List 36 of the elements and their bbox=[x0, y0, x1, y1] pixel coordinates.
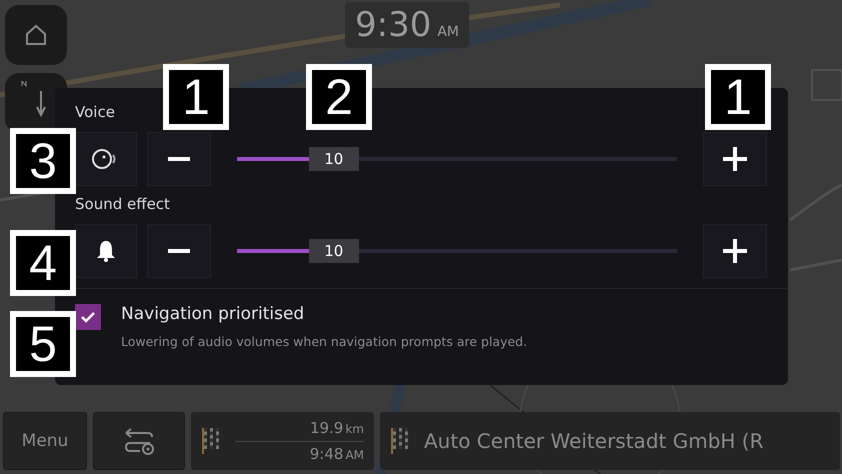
volume-slider[interactable]: 10 bbox=[237, 147, 677, 171]
volume-down-button[interactable] bbox=[147, 132, 211, 186]
check-icon bbox=[81, 311, 95, 323]
volume-up-button[interactable] bbox=[703, 132, 767, 186]
home-icon bbox=[24, 23, 48, 47]
volume-down-button[interactable] bbox=[147, 224, 211, 278]
destination-panel[interactable]: Auto Center Weiterstadt GmbH (R bbox=[380, 412, 840, 470]
clock-period: AM bbox=[437, 24, 460, 40]
volume-slider[interactable]: 10 bbox=[237, 239, 677, 263]
callout-number: 3 bbox=[10, 128, 76, 194]
checkbox[interactable] bbox=[75, 304, 101, 330]
volume-label: Sound effect bbox=[75, 194, 171, 214]
volume-up-button[interactable] bbox=[703, 224, 767, 278]
callout-number: 4 bbox=[10, 230, 76, 296]
destination-name: Auto Center Weiterstadt GmbH (R bbox=[424, 429, 764, 453]
menu-button[interactable]: Menu bbox=[3, 412, 87, 470]
option-description: Lowering of audio volumes when navigation prompts are played. bbox=[121, 334, 528, 349]
minus-icon bbox=[168, 249, 190, 253]
clock-time: 9:30 bbox=[355, 4, 432, 47]
slider-thumb[interactable]: 10 bbox=[308, 239, 359, 263]
minus-icon bbox=[168, 157, 190, 161]
callout-number: 2 bbox=[306, 64, 372, 130]
plus-icon bbox=[723, 147, 747, 171]
callout-number: 1 bbox=[705, 64, 771, 130]
slider-thumb[interactable]: 10 bbox=[308, 147, 359, 171]
callout-number: 1 bbox=[163, 64, 229, 130]
option-title: Navigation prioritised bbox=[121, 303, 306, 326]
route-options-icon bbox=[122, 427, 156, 455]
reroute-button[interactable] bbox=[93, 412, 185, 470]
callout-number: 5 bbox=[10, 311, 76, 377]
volume-label: Voice bbox=[75, 102, 116, 122]
remaining-distance: 19.9 km bbox=[310, 418, 364, 438]
bell-icon bbox=[95, 239, 117, 263]
arrival-time: 9:48 AM bbox=[310, 444, 364, 464]
plus-icon bbox=[723, 239, 747, 263]
home-button[interactable] bbox=[5, 5, 67, 65]
